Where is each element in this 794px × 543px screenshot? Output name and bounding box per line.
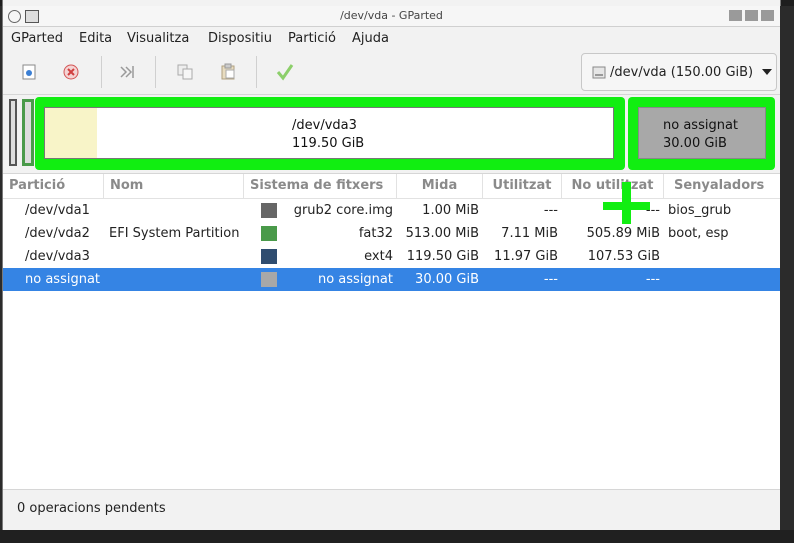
menu-edit[interactable]: Edita [79, 31, 112, 46]
cell-name: EFI System Partition [109, 226, 240, 241]
toolbar: /dev/vda (150.00 GiB) [3, 50, 780, 95]
new-icon [22, 64, 36, 80]
cell-unused: 107.53 GiB [587, 249, 660, 264]
resize-move-button[interactable] [115, 60, 139, 84]
disk-icon [592, 66, 606, 79]
partition-usage-area: /dev/vda3 119.50 GiB [44, 107, 614, 159]
partition-block-vda3[interactable]: /dev/vda3 119.50 GiB [35, 97, 625, 170]
used-space-bar [45, 108, 97, 158]
partition-name: /dev/vda3 [292, 118, 357, 133]
crosshair-cursor-icon [622, 182, 631, 224]
chevron-down-icon [762, 69, 773, 75]
cell-filesystem: fat32 [358, 226, 393, 241]
paste-icon [221, 63, 235, 80]
new-partition-button[interactable] [17, 60, 41, 84]
filesystem-color-swatch [261, 226, 277, 241]
table-row[interactable]: /dev/vda3 ext4 119.50 GiB 11.97 GiB 107.… [3, 245, 780, 268]
cell-used: --- [543, 203, 558, 218]
table-row[interactable]: /dev/vda2 EFI System Partition fat32 513… [3, 222, 780, 245]
apply-icon [276, 64, 294, 81]
disk-map: /dev/vda3 119.50 GiB no assignat 30.00 G… [3, 95, 780, 172]
cell-size: 1.00 MiB [422, 203, 479, 218]
menu-device[interactable]: Dispositiu [208, 31, 272, 46]
partition-size: 119.50 GiB [292, 136, 365, 151]
cell-size: 30.00 GiB [415, 272, 479, 287]
copy-icon [177, 64, 193, 80]
toolbar-separator [256, 56, 257, 88]
cell-size: 513.00 MiB [405, 226, 479, 241]
toolbar-separator [155, 56, 156, 88]
filesystem-color-swatch [261, 272, 277, 287]
cell-filesystem: ext4 [364, 249, 393, 264]
menu-partition[interactable]: Partició [288, 31, 336, 46]
pending-operations-label: 0 operacions pendents [17, 501, 166, 516]
status-bar: 0 operacions pendents [3, 489, 780, 528]
delete-icon [63, 64, 79, 80]
filesystem-color-swatch [261, 249, 277, 264]
cell-partition: no assignat [25, 272, 101, 287]
cell-partition: /dev/vda1 [25, 203, 90, 218]
close-icon[interactable] [761, 10, 774, 21]
cell-used: 11.97 GiB [494, 249, 558, 264]
cell-used: --- [543, 272, 558, 287]
menu-bar: GParted Edita Visualitza Dispositiu Part… [3, 27, 780, 50]
cell-flags: boot, esp [668, 226, 729, 241]
copy-button[interactable] [173, 60, 197, 84]
partition-block-vda2[interactable] [22, 99, 34, 166]
cell-unused: --- [645, 272, 660, 287]
gparted-window: /dev/vda - GParted GParted Edita Visuali… [2, 0, 781, 530]
column-unused[interactable]: No utilitzat [562, 174, 664, 198]
table-row[interactable]: /dev/vda1 grub2 core.img 1.00 MiB --- --… [3, 199, 780, 222]
menu-help[interactable]: Ajuda [352, 31, 389, 46]
cell-size: 119.50 GiB [406, 249, 479, 264]
column-size[interactable]: Mida [397, 174, 483, 198]
cell-partition: /dev/vda2 [25, 226, 90, 241]
cell-unused: 505.89 MiB [586, 226, 660, 241]
partition-block-unallocated[interactable]: no assignat 30.00 GiB [628, 97, 775, 170]
partition-table: Partició Nom Sistema de fitxers Mida Uti… [3, 173, 780, 489]
table-header: Partició Nom Sistema de fitxers Mida Uti… [3, 174, 780, 199]
paste-button[interactable] [216, 60, 240, 84]
desktop-background [0, 530, 794, 543]
column-name[interactable]: Nom [104, 174, 244, 198]
menu-view[interactable]: Visualitza [127, 31, 189, 46]
column-flags[interactable]: Senyaladors [664, 174, 780, 198]
cell-filesystem: grub2 core.img [293, 203, 393, 218]
minimize-icon[interactable] [729, 10, 742, 21]
toolbar-separator [101, 56, 102, 88]
partition-name: no assignat [663, 118, 739, 133]
partition-block-vda1[interactable] [9, 99, 17, 166]
column-partition[interactable]: Partició [3, 174, 104, 198]
menu-gparted[interactable]: GParted [11, 31, 63, 46]
title-bar: /dev/vda - GParted [3, 6, 780, 27]
delete-partition-button[interactable] [59, 60, 83, 84]
cell-used: 7.11 MiB [501, 226, 558, 241]
partition-size: 30.00 GiB [663, 136, 727, 151]
apply-button[interactable] [273, 60, 297, 84]
filesystem-color-swatch [261, 203, 277, 218]
table-row-selected[interactable]: no assignat no assignat 30.00 GiB --- --… [3, 268, 780, 291]
column-used[interactable]: Utilitzat [483, 174, 562, 198]
device-selector[interactable]: /dev/vda (150.00 GiB) [581, 53, 777, 91]
device-selector-label: /dev/vda (150.00 GiB) [610, 64, 754, 80]
column-filesystem[interactable]: Sistema de fitxers [244, 174, 397, 198]
resize-move-icon [120, 66, 134, 78]
unallocated-area: no assignat 30.00 GiB [638, 107, 766, 159]
cell-partition: /dev/vda3 [25, 249, 90, 264]
cell-flags: bios_grub [668, 203, 732, 218]
desktop-background [780, 6, 794, 530]
cell-filesystem: no assignat [317, 272, 393, 287]
window-title: /dev/vda - GParted [340, 9, 443, 22]
maximize-icon[interactable] [745, 10, 758, 21]
